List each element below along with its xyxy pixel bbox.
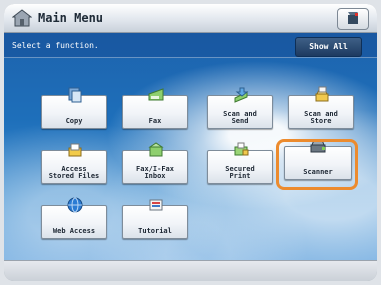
secured-print-icon xyxy=(234,142,249,156)
scan-and-send-button[interactable]: Scan and Send xyxy=(207,87,273,129)
scan-send-icon xyxy=(234,87,249,103)
tutorial-button[interactable]: Tutorial xyxy=(122,199,188,239)
access-stored-files-label: Access Stored Files xyxy=(48,165,100,180)
title-bar: Main Menu xyxy=(4,4,377,33)
secured-print-label: Secured Print xyxy=(225,165,255,180)
scan-and-store-label: Scan and Store xyxy=(304,110,338,125)
status-icon xyxy=(348,12,358,24)
copy-button[interactable]: Copy xyxy=(41,87,107,129)
fax-icon xyxy=(148,88,164,101)
stored-files-icon xyxy=(68,143,82,157)
fax-i-fax-inbox-label: Fax/I-Fax Inbox xyxy=(136,165,174,180)
status-button[interactable] xyxy=(337,8,369,30)
access-stored-files-button[interactable]: Access Stored Files xyxy=(41,143,107,184)
instruction-text: Select a function. xyxy=(12,41,99,50)
scan-and-send-label: Scan and Send xyxy=(223,110,257,125)
device-screen: Main Menu Select a function. Show All Co… xyxy=(4,4,377,281)
selection-highlight xyxy=(276,139,358,190)
page-title: Main Menu xyxy=(38,11,104,25)
status-bar xyxy=(4,260,377,281)
home-icon[interactable] xyxy=(12,9,32,27)
fax-label: Fax xyxy=(148,117,162,125)
copy-icon xyxy=(68,87,82,103)
fax-inbox-icon xyxy=(148,142,164,157)
tutorial-icon xyxy=(149,199,163,211)
show-all-button[interactable]: Show All xyxy=(295,37,362,57)
tutorial-label: Tutorial xyxy=(138,227,172,235)
secured-print-button[interactable]: Secured Print xyxy=(207,142,273,184)
fax-button[interactable]: Fax xyxy=(122,88,188,129)
fax-i-fax-inbox-button[interactable]: Fax/I-Fax Inbox xyxy=(122,142,188,184)
scan-store-icon xyxy=(315,86,329,102)
scan-and-store-button[interactable]: Scan and Store xyxy=(288,86,354,129)
copy-label: Copy xyxy=(65,117,83,125)
web-access-icon xyxy=(67,197,83,213)
web-access-button[interactable]: Web Access xyxy=(41,197,107,239)
web-access-label: Web Access xyxy=(52,227,96,235)
